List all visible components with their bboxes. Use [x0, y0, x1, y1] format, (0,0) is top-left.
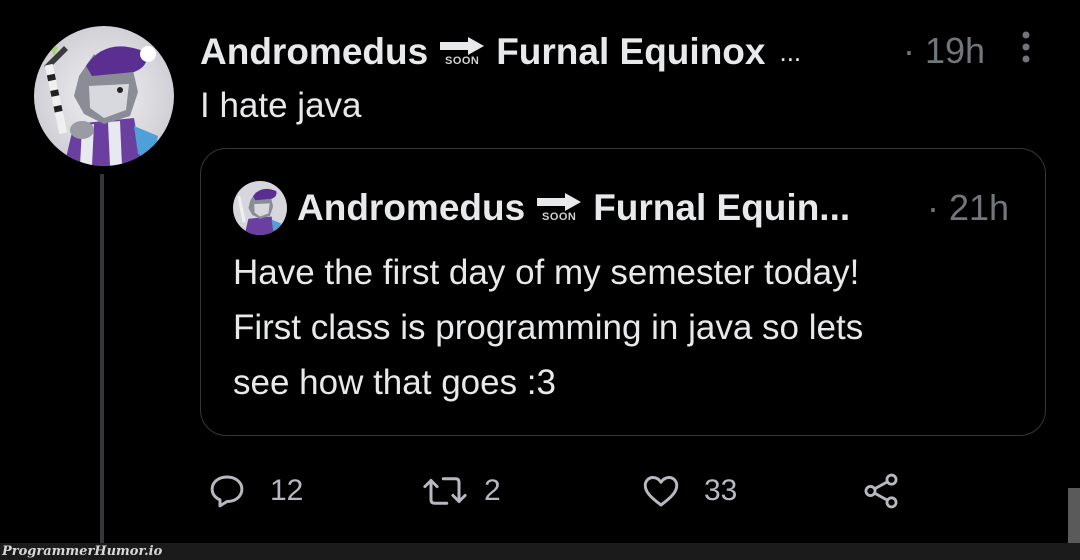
- reply-icon: [210, 475, 244, 508]
- display-name-part2[interactable]: Furnal Equinox: [496, 31, 765, 73]
- heart-icon: [643, 476, 679, 507]
- soon-arrow-icon: SOON: [440, 37, 485, 67]
- quote-text-line: Have the first day of my semester today!: [233, 253, 860, 292]
- soon-label: SOON: [444, 55, 480, 67]
- wolf-avatar-image: [34, 26, 174, 166]
- soon-arrow-icon: SOON: [537, 193, 582, 223]
- wolf-avatar-small-image: [233, 181, 287, 235]
- retweet-button[interactable]: 2: [422, 466, 501, 516]
- like-count: 33: [704, 474, 738, 507]
- reply-count: 12: [270, 474, 304, 507]
- quote-text-line: see how that goes :3: [233, 363, 556, 402]
- reply-button[interactable]: 12: [206, 466, 303, 516]
- watermark-bar: ProgrammerHumor.io: [0, 543, 1080, 560]
- quote-text-line: First class is programming in java so le…: [233, 308, 864, 347]
- more-options-icon[interactable]: [1016, 30, 1036, 66]
- thread-line: [100, 174, 104, 544]
- scrollbar-thumb[interactable]: [1068, 488, 1080, 544]
- retweet-icon: [423, 477, 467, 505]
- tweet-text: I hate java: [200, 86, 362, 125]
- display-name-part1[interactable]: Andromedus: [200, 31, 428, 73]
- retweet-count: 2: [484, 474, 501, 507]
- quote-text: Have the first day of my semester today!…: [233, 245, 1033, 410]
- quote-author-row: Andromedus SOON Furnal Equin...: [297, 183, 850, 233]
- watermark-text: ProgrammerHumor.io: [2, 544, 163, 559]
- quote-timestamp: · 21h: [927, 187, 1010, 228]
- share-button[interactable]: [860, 466, 902, 516]
- soon-label: SOON: [541, 211, 577, 223]
- tweet-timestamp[interactable]: · 19h: [903, 30, 985, 72]
- quote-tweet-card[interactable]: Andromedus SOON Furnal Equin... · 21h Ha…: [200, 148, 1046, 436]
- tweet-author-row[interactable]: Andromedus SOON Furnal Equinox ...: [200, 28, 801, 76]
- quote-display-name-part1: Andromedus: [297, 187, 526, 228]
- share-icon: [864, 473, 898, 509]
- author-avatar[interactable]: [34, 26, 174, 166]
- quote-display-name-part2: Furnal Equin...: [593, 187, 851, 228]
- like-button[interactable]: 33: [640, 466, 737, 516]
- tweet-actions: 12 2 33: [200, 466, 1046, 516]
- quote-author-avatar: [233, 181, 287, 235]
- name-overflow: ...: [779, 36, 802, 67]
